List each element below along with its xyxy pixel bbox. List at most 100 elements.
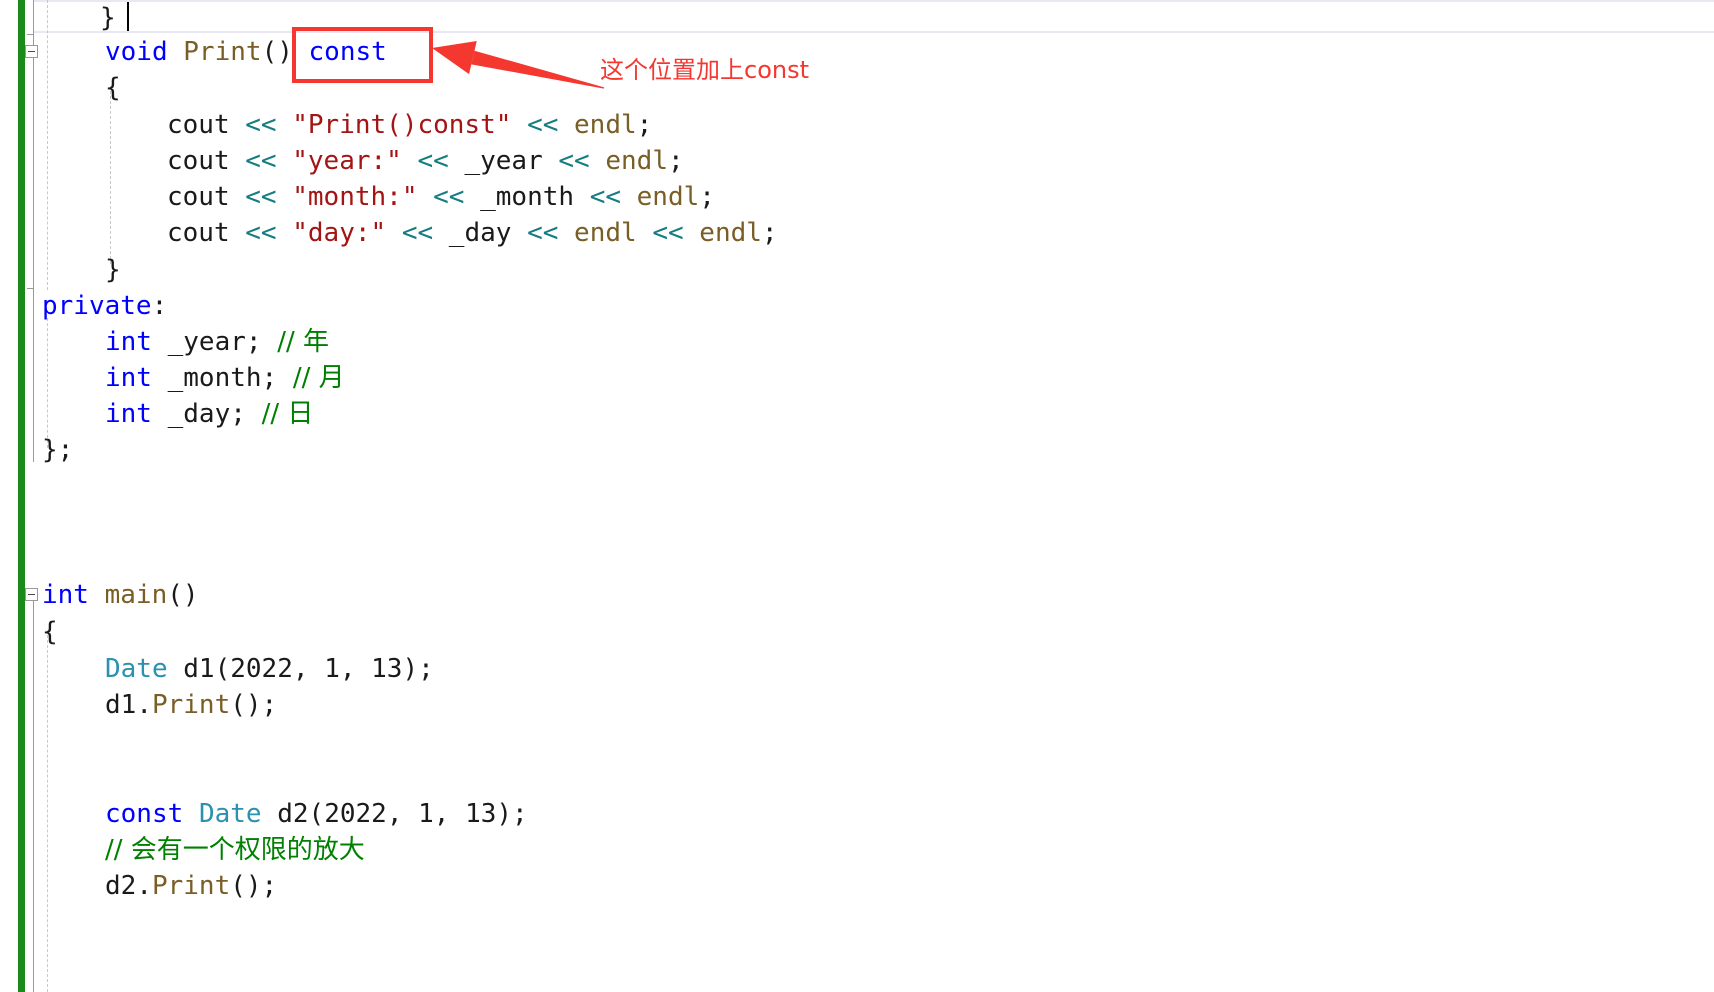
line-cout-year-token-12: endl <box>605 146 668 176</box>
line-date-d1-token-1 <box>168 654 184 684</box>
line-const-date-d2-token-8: 1 <box>418 799 434 829</box>
line-cout-day-token-7 <box>433 218 449 248</box>
line-cout-day-token-2: << <box>245 218 277 248</box>
line-field-year-token-4: // 年 <box>277 327 329 357</box>
line-main-open[interactable]: { <box>42 614 58 650</box>
line-const-date-d2[interactable]: const Date d2(2022, 1, 13); <box>105 796 528 832</box>
text-caret <box>127 2 129 31</box>
line-date-d1-token-8: 13 <box>371 654 403 684</box>
line-cout-day-token-11 <box>558 218 574 248</box>
line-main-decl-token-0: int <box>42 580 89 610</box>
line-date-d1-token-4: 2022 <box>230 654 293 684</box>
line-print-close-token-0: } <box>105 255 121 285</box>
collapse-toggle-main-function[interactable] <box>25 588 38 601</box>
line-cout-title-token-2: << <box>245 110 277 140</box>
line-date-d1-token-6: 1 <box>324 654 340 684</box>
annotation-highlight-box <box>292 27 433 83</box>
line-const-date-d2-token-7: , <box>386 799 419 829</box>
line-class-close-token-0: }; <box>42 435 74 465</box>
line-cout-year-token-8: _year <box>464 146 543 176</box>
line-main-decl[interactable]: int main() <box>42 577 199 613</box>
line-cout-year-token-5 <box>402 146 418 176</box>
line-const-date-d2-token-0: const <box>105 799 184 829</box>
line-cout-month[interactable]: cout << "month:" << _month << endl; <box>167 179 715 215</box>
line-cout-year-token-4: "year:" <box>292 146 402 176</box>
line-d2-print[interactable]: d2.Print(); <box>105 868 277 904</box>
line-private[interactable]: private: <box>42 288 167 324</box>
line-cout-month-token-6: << <box>433 182 465 212</box>
line-print-decl-token-3: () <box>261 37 293 67</box>
line-print-decl-token-2: Print <box>183 37 262 67</box>
line-field-year-token-2: _year; <box>167 327 262 357</box>
line-field-month-token-2: _month; <box>167 363 278 393</box>
line-d2-print-token-1: . <box>136 871 152 901</box>
line-cout-month-token-5 <box>417 182 433 212</box>
line-comment-permission[interactable]: // 会有一个权限的放大 <box>105 832 365 868</box>
line-cout-year[interactable]: cout << "year:" << _year << endl; <box>167 143 684 179</box>
line-cout-title[interactable]: cout << "Print()const" << endl; <box>167 107 652 143</box>
line-cout-year-token-10: << <box>558 146 590 176</box>
change-indicator-bar <box>18 0 25 992</box>
collapse-toggle-print-method[interactable] <box>25 45 38 58</box>
line-cout-day-token-12: endl <box>574 218 637 248</box>
line-d2-print-token-3: (); <box>230 871 278 901</box>
line-cout-month-token-12: endl <box>636 182 700 212</box>
line-private-token-0: private <box>42 291 152 321</box>
line-cout-title-token-9: ; <box>636 110 653 140</box>
line-const-date-d2-token-11: ); <box>496 799 528 829</box>
line-print-open-token-0: { <box>105 73 121 103</box>
line-date-d1-token-3: ( <box>214 654 231 684</box>
line-cout-day-token-6: << <box>401 218 434 248</box>
line-print-close[interactable]: } <box>105 252 121 288</box>
line-cout-title-token-6: << <box>527 110 559 140</box>
outline-rail-print <box>33 58 34 290</box>
line-const-date-d2-token-9: , <box>433 799 466 829</box>
annotation-note-text: 这个位置加上const <box>600 56 810 84</box>
line-field-day-token-2: _day; <box>167 399 246 429</box>
line-const-date-d2-token-3 <box>262 799 278 829</box>
line-cout-month-token-11 <box>621 182 637 212</box>
line-cout-day-token-1 <box>230 218 246 248</box>
line-cout-day[interactable]: cout << "day:" << _day << endl << endl; <box>167 215 778 251</box>
outline-tick-print-start <box>27 34 34 35</box>
line-cout-day-token-17: ; <box>761 218 778 248</box>
line-cout-year-token-6: << <box>417 146 449 176</box>
line-field-day[interactable]: int _day; // 日 <box>105 396 313 432</box>
line-date-d1[interactable]: Date d1(2022, 1, 13); <box>105 651 434 687</box>
line-print-open[interactable]: { <box>105 70 121 106</box>
line-cout-title-token-4: "Print()const" <box>292 110 512 140</box>
line-date-d1-token-2: d1 <box>183 654 215 684</box>
line-cout-month-token-13: ; <box>699 182 715 212</box>
line-close-ctor-token-0: } <box>100 3 116 33</box>
line-field-month-token-4: // 月 <box>292 363 345 393</box>
line-class-close[interactable]: }; <box>42 432 73 468</box>
indent-guide-print-body <box>110 86 111 264</box>
line-field-year-token-3 <box>262 327 278 357</box>
line-cout-year-token-1 <box>230 146 246 176</box>
line-main-decl-token-3: () <box>167 580 199 610</box>
line-cout-title-token-3 <box>277 110 293 140</box>
line-field-year-token-1 <box>152 327 168 357</box>
line-field-month[interactable]: int _month; // 月 <box>105 360 345 396</box>
line-cout-title-token-1 <box>230 110 246 140</box>
line-d1-print-token-0: d1 <box>105 690 137 720</box>
code-editor[interactable]: } void Print() const{cout << "Print()cons… <box>0 0 1714 992</box>
line-main-decl-token-2: main <box>104 580 168 610</box>
outline-tick-print-end <box>27 288 34 289</box>
line-close-ctor[interactable]: } <box>100 0 116 36</box>
line-comment-permission-token-0: // 会有一个权限的放大 <box>105 835 365 865</box>
line-d2-print-token-2: Print <box>151 871 231 901</box>
line-cout-day-token-10: << <box>527 218 559 248</box>
line-cout-day-token-8: _day <box>448 218 512 248</box>
line-cout-year-token-9 <box>543 146 559 176</box>
line-cout-month-token-2: << <box>245 182 277 212</box>
line-cout-day-token-16: endl <box>699 218 762 248</box>
line-main-decl-token-1 <box>89 580 105 610</box>
indent-guide-class-body <box>47 0 48 290</box>
line-cout-year-token-3 <box>277 146 293 176</box>
line-d1-print[interactable]: d1.Print(); <box>105 687 277 723</box>
line-cout-month-token-3 <box>277 182 293 212</box>
line-field-day-token-4: // 日 <box>261 399 314 429</box>
line-const-date-d2-token-5: ( <box>308 799 325 829</box>
line-field-year[interactable]: int _year; // 年 <box>105 324 329 360</box>
